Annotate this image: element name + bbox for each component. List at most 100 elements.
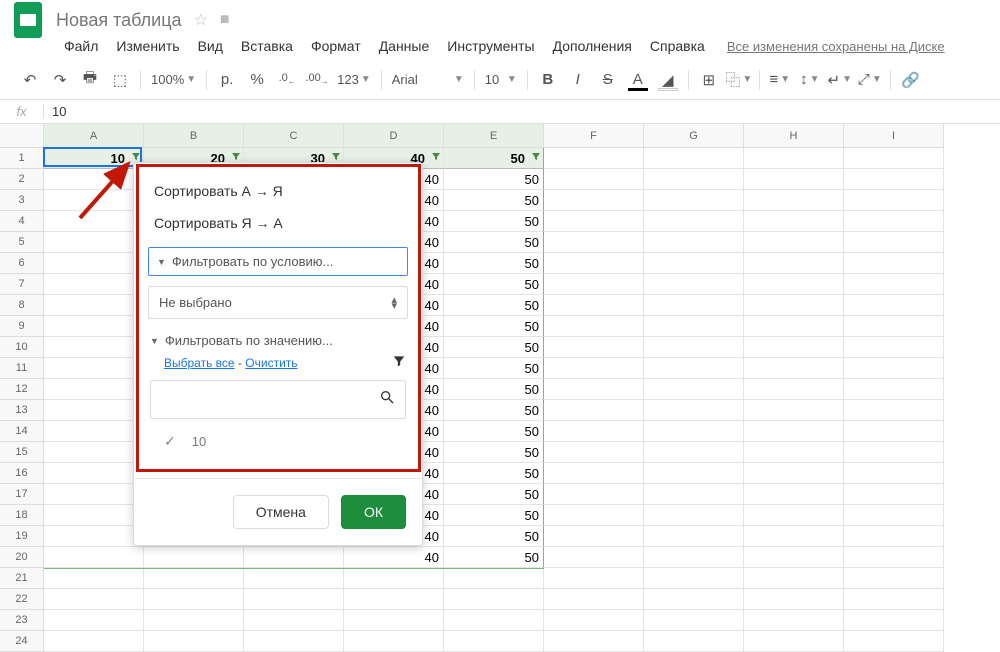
filter-by-condition-toggle[interactable]: ▼ Фильтровать по условию... — [148, 247, 408, 276]
cell[interactable] — [544, 253, 644, 274]
cell[interactable] — [144, 589, 244, 610]
strikethrough-button[interactable]: S — [594, 66, 622, 94]
menu-edit[interactable]: Изменить — [108, 34, 187, 58]
cell[interactable] — [44, 169, 144, 190]
cell[interactable]: 50 — [444, 148, 544, 169]
cell[interactable] — [144, 547, 244, 568]
cell[interactable] — [744, 568, 844, 589]
select-all-corner[interactable] — [0, 124, 44, 148]
cell[interactable]: 50 — [444, 295, 544, 316]
save-status[interactable]: Все изменения сохранены на Диске — [727, 39, 945, 54]
column-header[interactable]: A — [44, 124, 144, 148]
cell[interactable] — [844, 421, 944, 442]
link-button[interactable]: 🔗 — [897, 66, 925, 94]
merge-button[interactable]: ⿻▼ — [725, 66, 753, 94]
cell[interactable] — [644, 211, 744, 232]
cell[interactable] — [844, 526, 944, 547]
row-header[interactable]: 8 — [0, 295, 44, 316]
cell[interactable] — [744, 253, 844, 274]
cell[interactable]: 50 — [444, 169, 544, 190]
bold-button[interactable]: B — [534, 66, 562, 94]
cell[interactable] — [44, 337, 144, 358]
formula-input[interactable] — [44, 104, 1000, 119]
cell[interactable] — [444, 631, 544, 652]
cell[interactable] — [844, 442, 944, 463]
cell[interactable] — [644, 253, 744, 274]
cell[interactable] — [844, 463, 944, 484]
cell[interactable] — [744, 295, 844, 316]
number-format-select[interactable]: 123▼ — [333, 72, 375, 87]
cell[interactable] — [544, 631, 644, 652]
cell[interactable] — [544, 295, 644, 316]
cell[interactable] — [644, 568, 744, 589]
cell[interactable] — [344, 610, 444, 631]
cell[interactable] — [644, 463, 744, 484]
cell[interactable] — [444, 568, 544, 589]
cell[interactable]: 50 — [444, 379, 544, 400]
rotate-button[interactable]: ⤢▼ — [856, 66, 884, 94]
cell[interactable]: 50 — [444, 463, 544, 484]
cell[interactable]: 50 — [444, 232, 544, 253]
valign-button[interactable]: ↕▼ — [796, 66, 824, 94]
cell[interactable]: 50 — [444, 442, 544, 463]
cell[interactable] — [544, 463, 644, 484]
cell[interactable] — [744, 610, 844, 631]
row-header[interactable]: 9 — [0, 316, 44, 337]
cell[interactable] — [744, 547, 844, 568]
cell[interactable] — [844, 589, 944, 610]
cell[interactable]: 50 — [444, 253, 544, 274]
cell[interactable] — [844, 400, 944, 421]
cell[interactable] — [744, 316, 844, 337]
cell[interactable] — [644, 232, 744, 253]
cell[interactable] — [744, 463, 844, 484]
cell[interactable]: 50 — [444, 316, 544, 337]
sort-asc-item[interactable]: Сортировать А → Я — [134, 175, 422, 207]
cell[interactable] — [744, 190, 844, 211]
cell[interactable] — [544, 337, 644, 358]
cell[interactable] — [544, 358, 644, 379]
cell[interactable] — [544, 190, 644, 211]
decrease-decimal-button[interactable]: .0← — [273, 66, 301, 94]
cell[interactable] — [844, 631, 944, 652]
document-title[interactable]: Новая таблица — [56, 10, 182, 31]
row-header[interactable]: 15 — [0, 442, 44, 463]
cell[interactable] — [444, 610, 544, 631]
cell[interactable] — [44, 190, 144, 211]
cell[interactable] — [844, 484, 944, 505]
cell[interactable] — [544, 484, 644, 505]
cell[interactable] — [44, 400, 144, 421]
cell[interactable] — [544, 421, 644, 442]
cell[interactable] — [344, 631, 444, 652]
cell[interactable] — [44, 274, 144, 295]
cell[interactable] — [44, 526, 144, 547]
cell[interactable] — [44, 253, 144, 274]
cell[interactable] — [644, 631, 744, 652]
cell[interactable] — [744, 232, 844, 253]
cell[interactable] — [44, 211, 144, 232]
cell[interactable] — [844, 316, 944, 337]
cell[interactable] — [644, 295, 744, 316]
cell[interactable] — [644, 484, 744, 505]
row-header[interactable]: 1 — [0, 148, 44, 169]
cell[interactable] — [744, 274, 844, 295]
cell[interactable] — [644, 316, 744, 337]
filter-value-item[interactable]: ✓ 10 — [148, 425, 408, 458]
cell[interactable]: 50 — [444, 211, 544, 232]
menu-tools[interactable]: Инструменты — [439, 34, 542, 58]
cell[interactable] — [844, 190, 944, 211]
cell[interactable] — [44, 232, 144, 253]
cell[interactable] — [844, 148, 944, 169]
cell[interactable] — [544, 442, 644, 463]
italic-button[interactable]: I — [564, 66, 592, 94]
column-header[interactable]: E — [444, 124, 544, 148]
column-header[interactable]: H — [744, 124, 844, 148]
column-header[interactable]: F — [544, 124, 644, 148]
cell[interactable] — [744, 337, 844, 358]
row-header[interactable]: 19 — [0, 526, 44, 547]
cell[interactable] — [744, 484, 844, 505]
cell[interactable] — [244, 610, 344, 631]
cell[interactable] — [744, 526, 844, 547]
cell[interactable] — [844, 547, 944, 568]
cell[interactable] — [644, 589, 744, 610]
font-select[interactable]: Arial▼ — [388, 72, 468, 87]
